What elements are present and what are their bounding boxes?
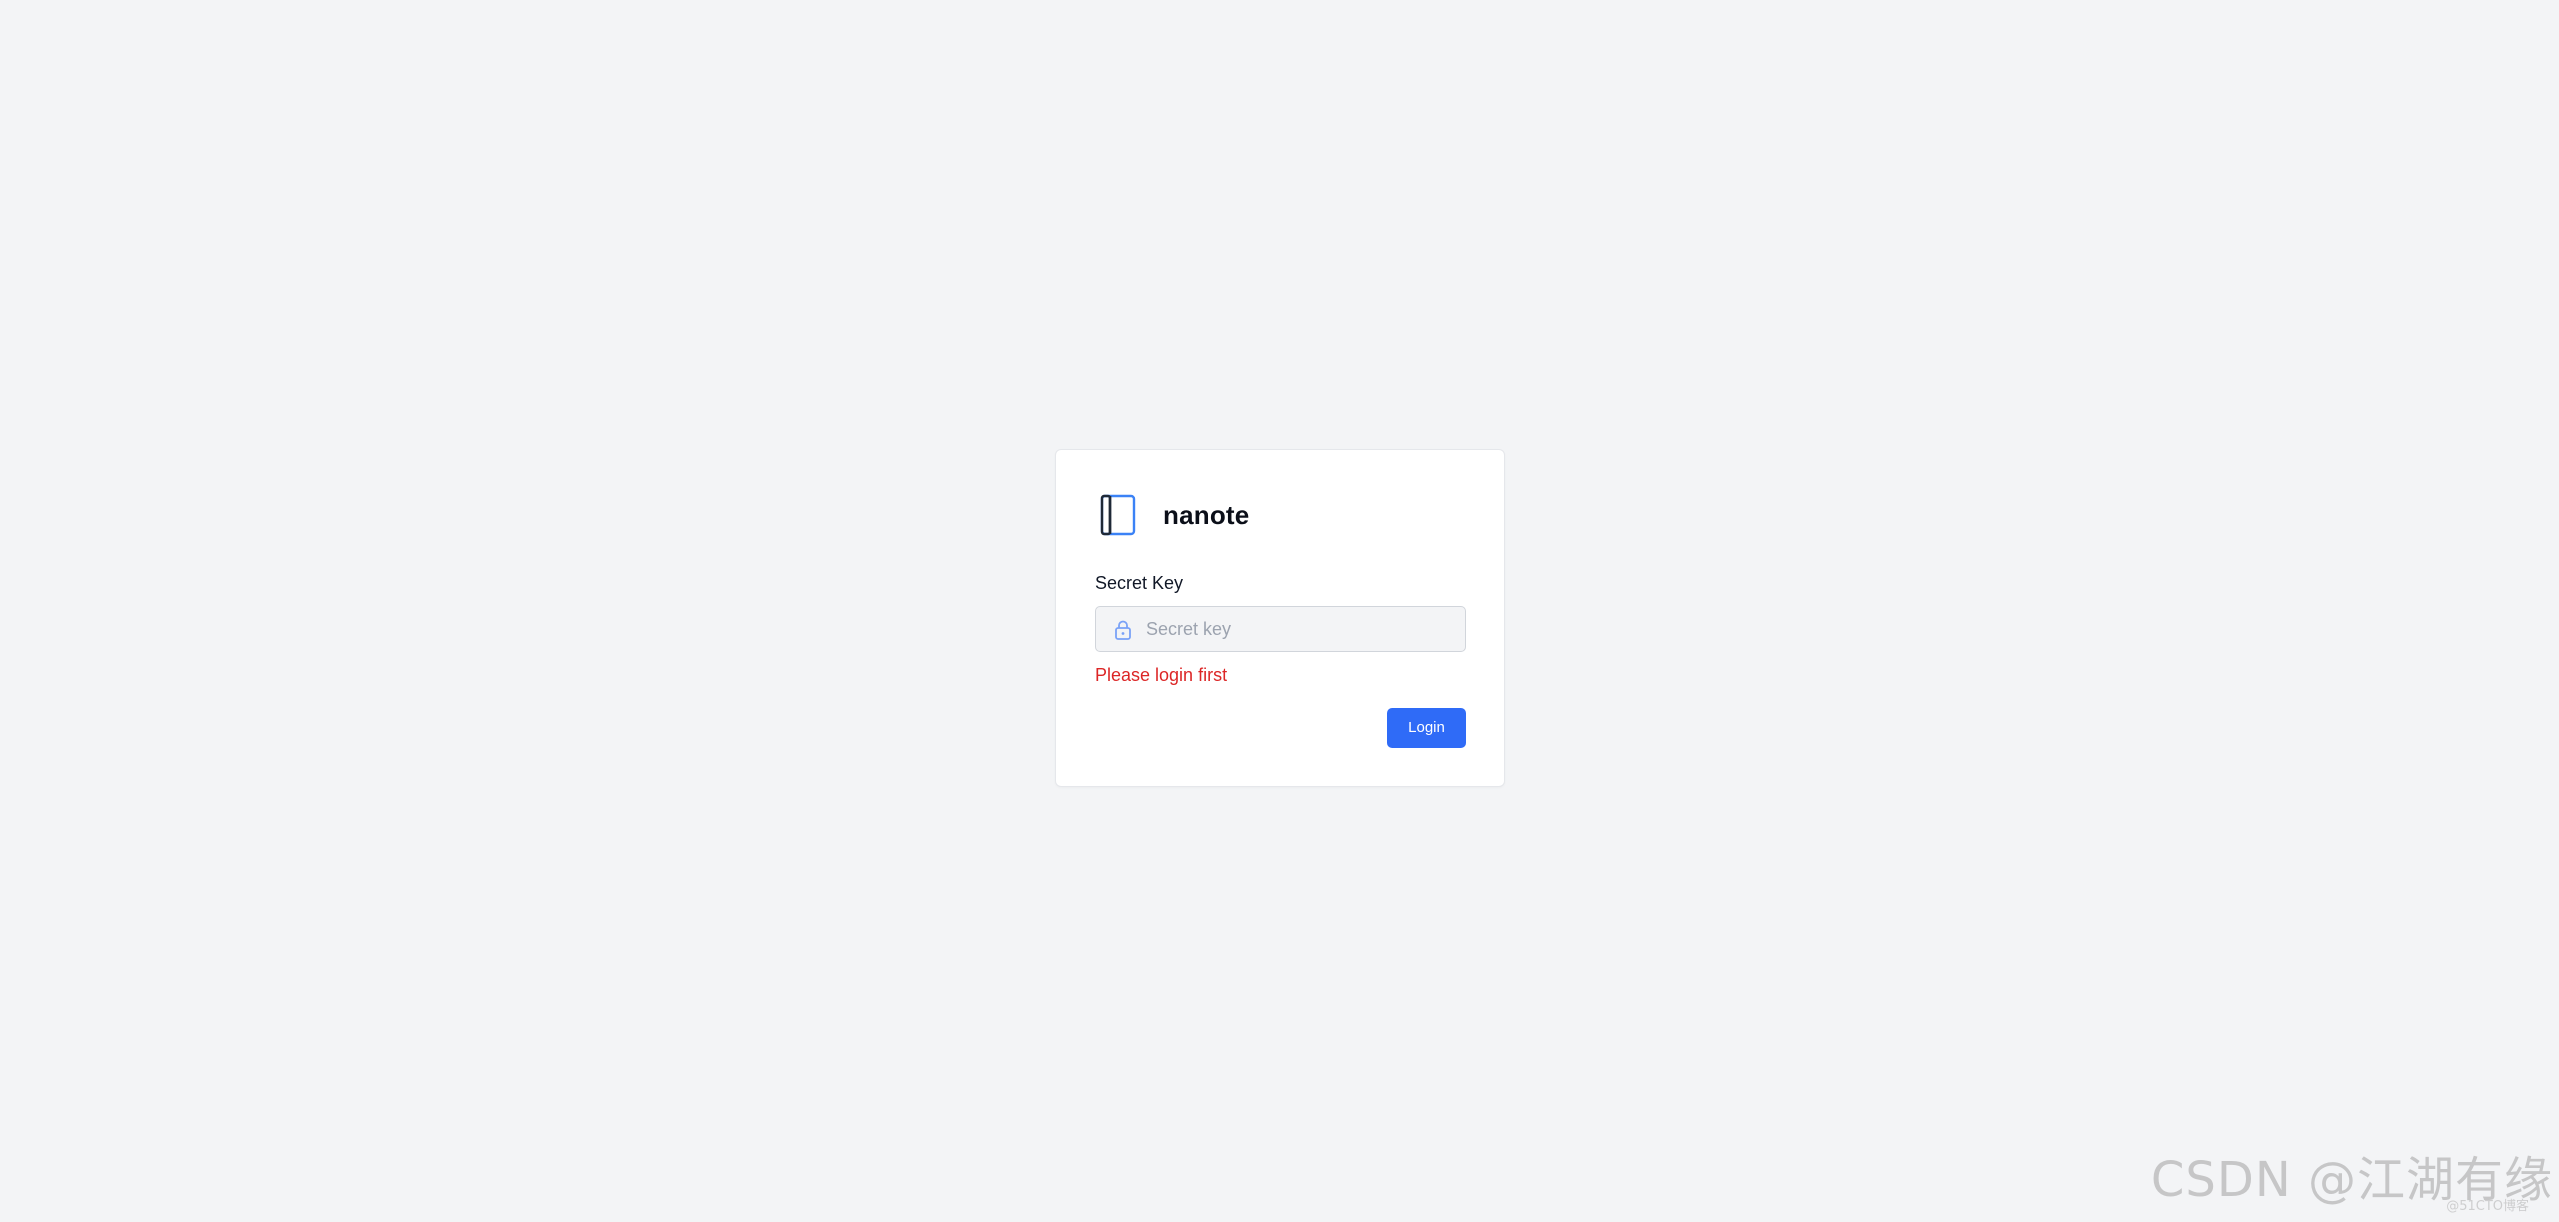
app-name: nanote <box>1163 500 1250 530</box>
secret-key-label: Secret Key <box>1095 573 1184 593</box>
lock-icon <box>1115 620 1131 640</box>
watermark-subtext: @51CTO博客 <box>2446 1199 2529 1214</box>
error-message: Please login first <box>1095 665 1228 685</box>
notebook-icon <box>1100 494 1136 536</box>
secret-key-field[interactable] <box>1095 606 1466 652</box>
login-card: nanote Secret Key Please login first Log… <box>1055 449 1505 787</box>
secret-key-input[interactable] <box>1146 607 1456 651</box>
login-button[interactable]: Login <box>1387 708 1466 748</box>
brand: nanote <box>1100 494 1249 536</box>
